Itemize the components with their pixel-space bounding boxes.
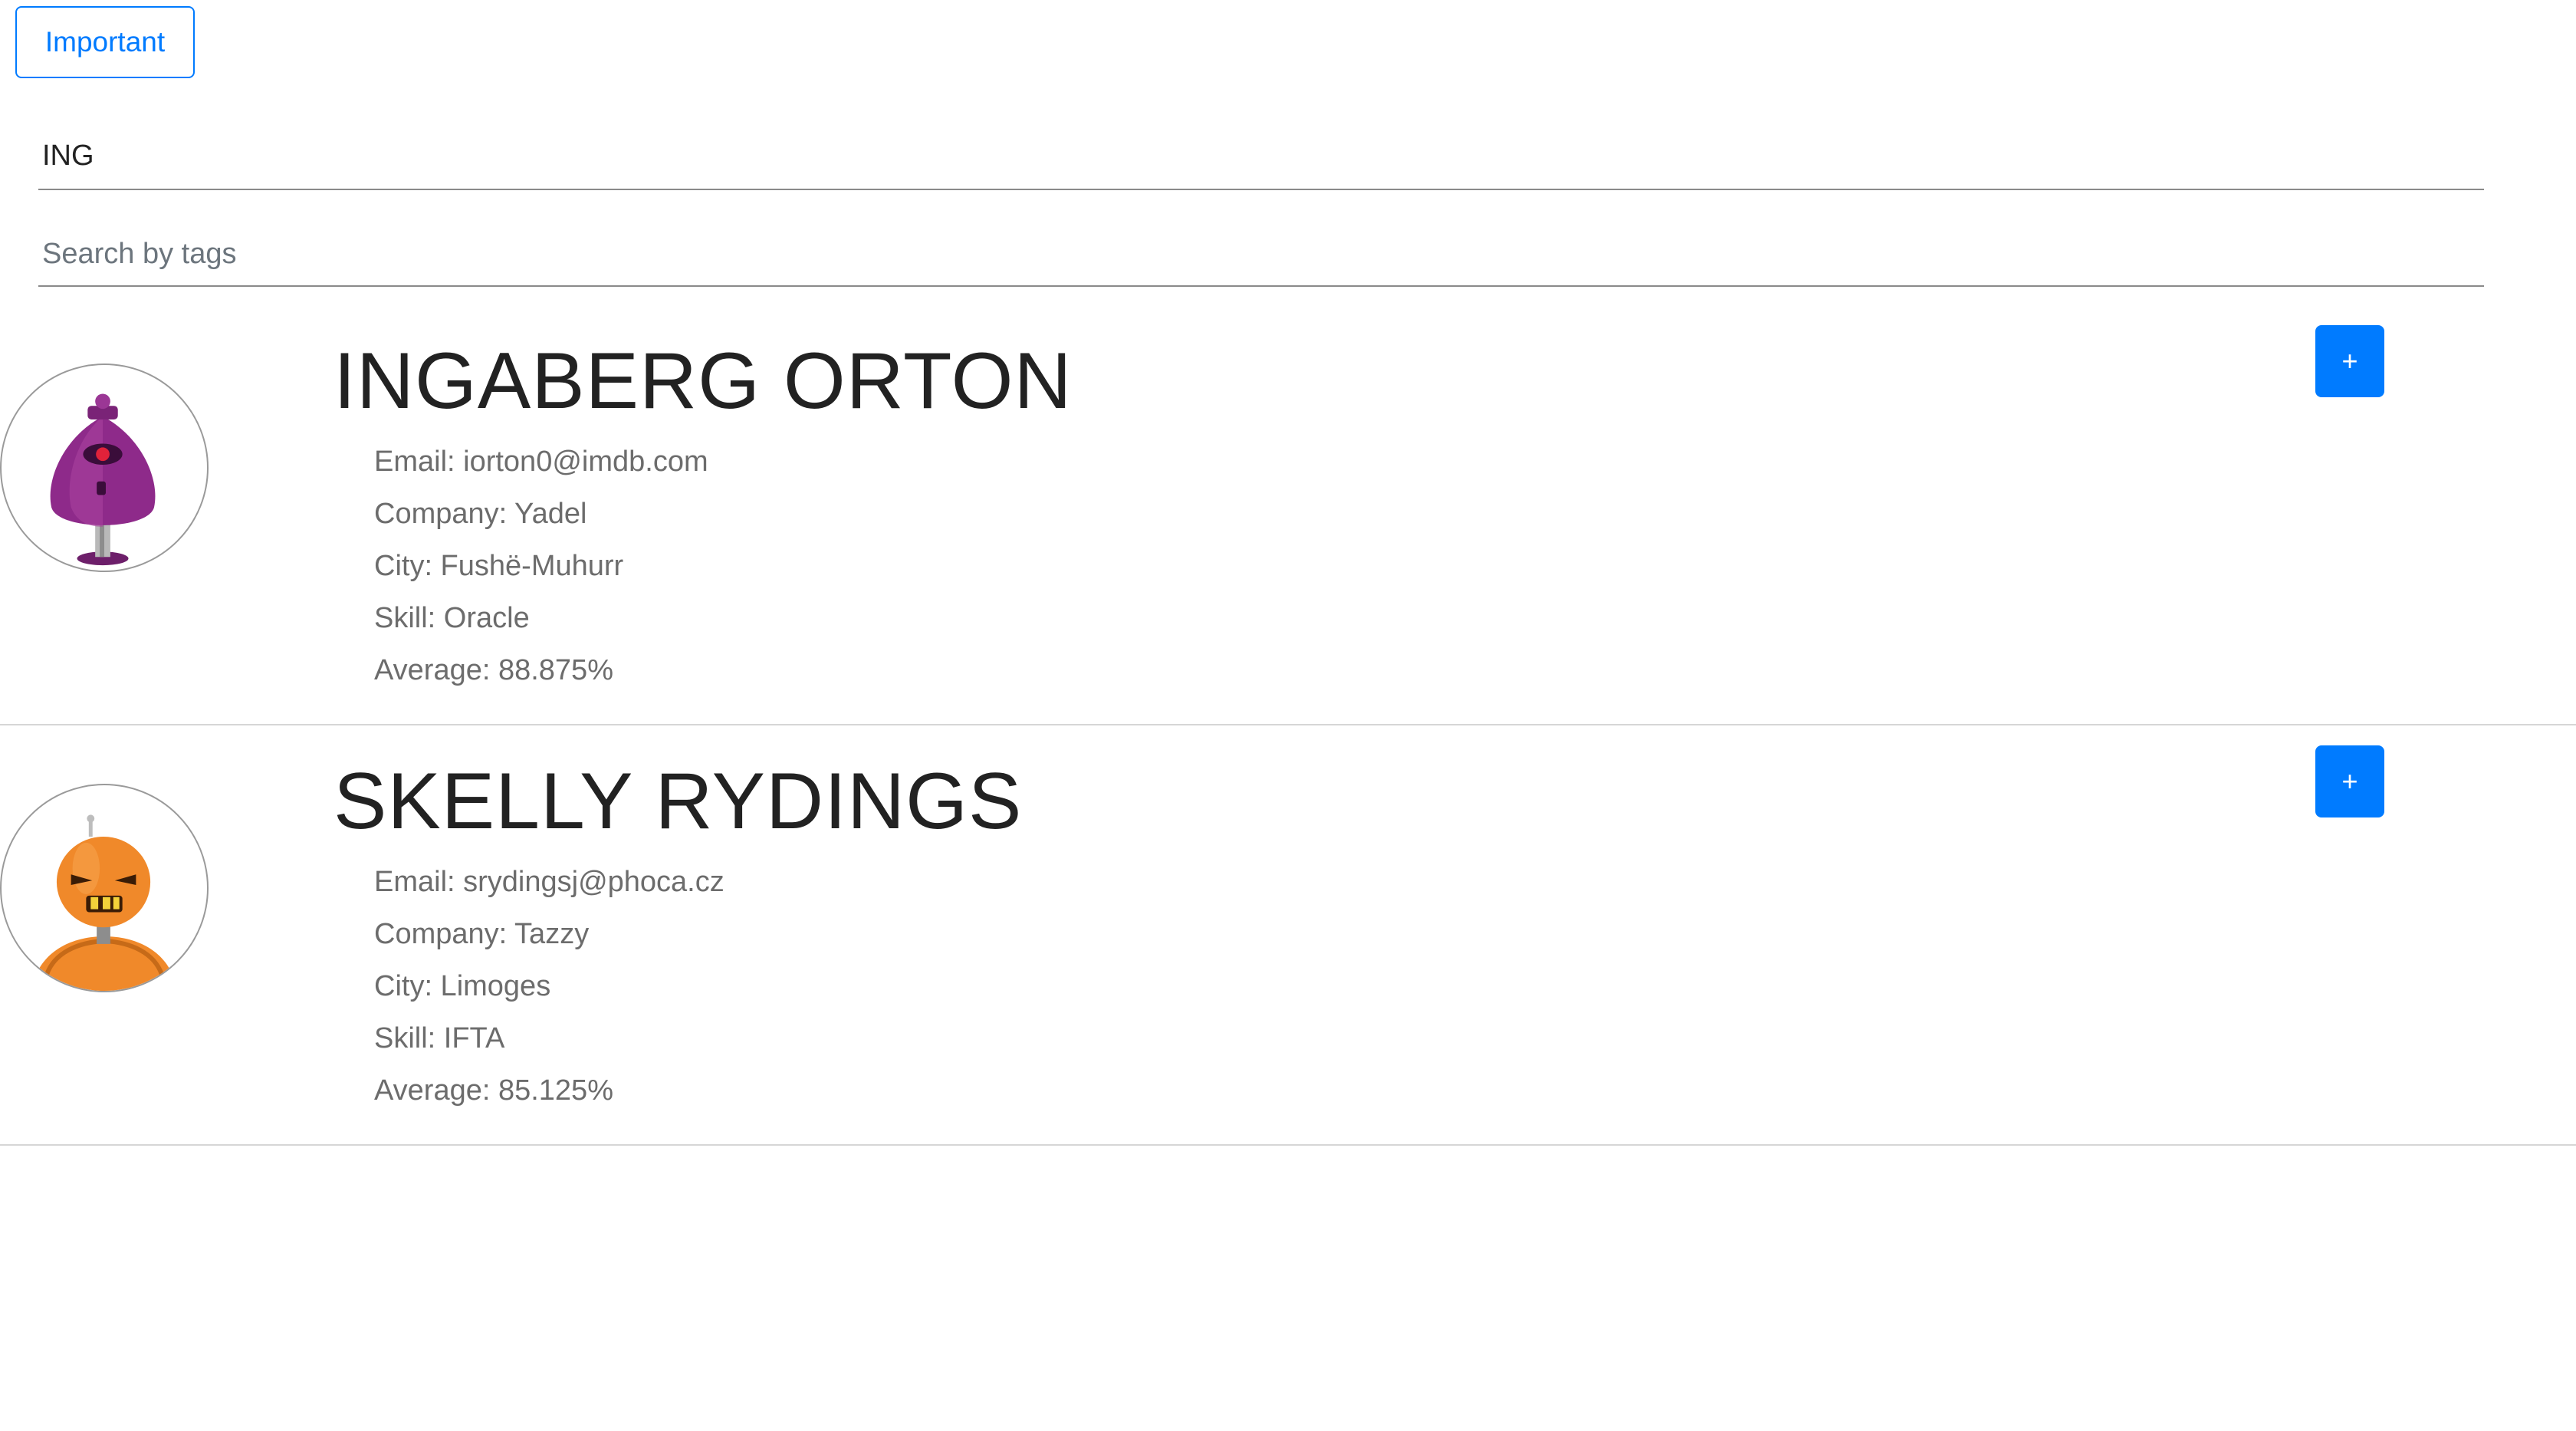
tag-search-field — [38, 222, 2484, 287]
student-skill: Skill: IFTA — [374, 1022, 505, 1054]
student-average: Average: 88.875% — [374, 654, 613, 686]
student-skill: Skill: Oracle — [374, 602, 530, 634]
important-button[interactable]: Important — [15, 6, 195, 78]
student-card: SKELLY RYDINGS Email: srydingsj@phoca.cz… — [0, 725, 2576, 1146]
student-name: INGABERG ORTON — [334, 337, 1073, 426]
expand-grades-button[interactable]: + — [2315, 745, 2384, 817]
tag-search-input[interactable] — [38, 222, 2484, 285]
student-card: INGABERG ORTON Email: iorton0@imdb.com C… — [0, 305, 2576, 725]
student-company: Company: Tazzy — [374, 918, 590, 950]
student-email: Email: srydingsj@phoca.cz — [374, 866, 724, 898]
student-company: Company: Yadel — [374, 498, 587, 530]
student-city: City: Limoges — [374, 970, 551, 1002]
student-details: Email: iorton0@imdb.com Company: Yadel C… — [374, 436, 708, 696]
expand-grades-button[interactable]: + — [2315, 325, 2384, 397]
student-details: Email: srydingsj@phoca.cz Company: Tazzy… — [374, 856, 724, 1117]
name-search-field — [38, 123, 2484, 190]
avatar — [0, 364, 209, 572]
student-list-page: Important INGABERG ORTON Email: iorton0@ — [0, 0, 2576, 1431]
student-email: Email: iorton0@imdb.com — [374, 446, 708, 478]
purple-robot-avatar-icon — [50, 393, 156, 566]
avatar — [0, 784, 209, 992]
student-city: City: Fushë-Muhurr — [374, 550, 624, 582]
name-search-input[interactable] — [38, 123, 2484, 189]
orange-robot-avatar-icon — [31, 814, 177, 991]
student-average: Average: 85.125% — [374, 1074, 613, 1107]
student-name: SKELLY RYDINGS — [334, 757, 1023, 846]
